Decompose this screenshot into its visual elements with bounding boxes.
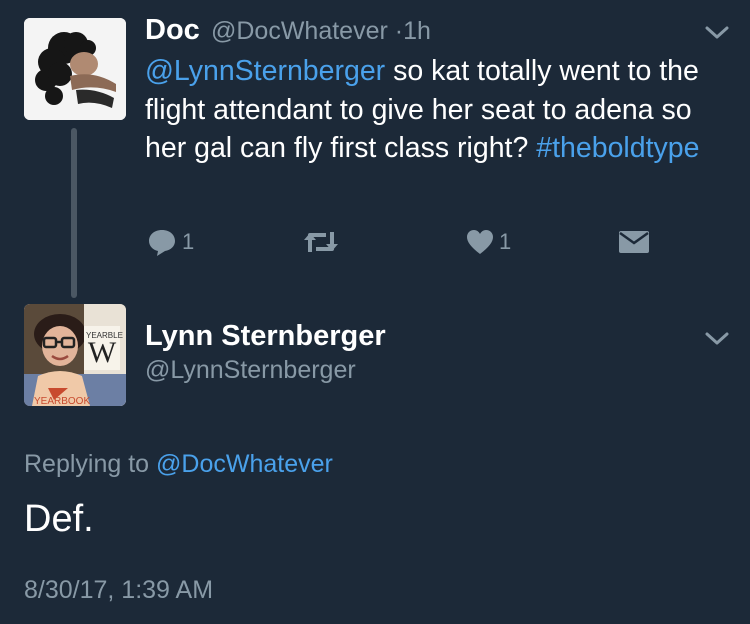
reply-action[interactable]: 1 (146, 227, 194, 257)
like-count: 1 (499, 229, 512, 254)
tweet1-chevron-down-icon[interactable] (704, 24, 730, 42)
lynn-avatar-image: W YEARBLE YEARBOOK (24, 304, 126, 406)
tweet1-author-name[interactable]: Doc (145, 14, 200, 47)
tweet1-separator: · (394, 17, 404, 45)
tweet1-time[interactable]: 1h (403, 17, 431, 45)
like-icon (467, 230, 493, 254)
tweet1-mention-link[interactable]: @LynnSternberger (145, 55, 385, 87)
tweet1-text: @LynnSternberger so kat totally went to … (145, 52, 735, 168)
tweet2-chevron-down-icon[interactable] (704, 330, 730, 348)
tweet2-text: Def. (24, 498, 94, 540)
doc-avatar-image (24, 18, 126, 120)
like-action[interactable]: 1 (465, 228, 511, 256)
tweet1-author-handle[interactable]: @DocWhatever (211, 17, 388, 45)
reply-count: 1 (182, 229, 195, 254)
tweet1-meta: @DocWhatever ·1h (211, 17, 431, 46)
lynn-avatar-sign-text: YEARBLE (86, 331, 123, 340)
replying-to-link[interactable]: @DocWhatever (156, 450, 333, 478)
lynn-avatar[interactable]: W YEARBLE YEARBOOK (24, 304, 126, 406)
reply-icon (149, 230, 175, 256)
thread-connector-line (71, 128, 77, 298)
svg-text:W: W (88, 336, 117, 369)
dm-icon (619, 231, 649, 253)
dm-action[interactable] (618, 230, 650, 254)
tweet1-hashtag-link[interactable]: #theboldtype (536, 132, 699, 164)
replying-label: Replying to (24, 450, 150, 478)
tweet2-author-name[interactable]: Lynn Sternberger (145, 320, 386, 353)
doc-avatar[interactable] (24, 18, 126, 120)
tweet2-author-handle[interactable]: @LynnSternberger (145, 356, 356, 385)
lynn-avatar-shirt-text: YEARBOOK (34, 396, 90, 406)
retweet-action[interactable] (302, 228, 340, 256)
replying-to-line: Replying to @DocWhatever (24, 450, 333, 479)
tweet2-timestamp[interactable]: 8/30/17, 1:39 AM (24, 576, 213, 605)
retweet-icon (304, 232, 338, 252)
